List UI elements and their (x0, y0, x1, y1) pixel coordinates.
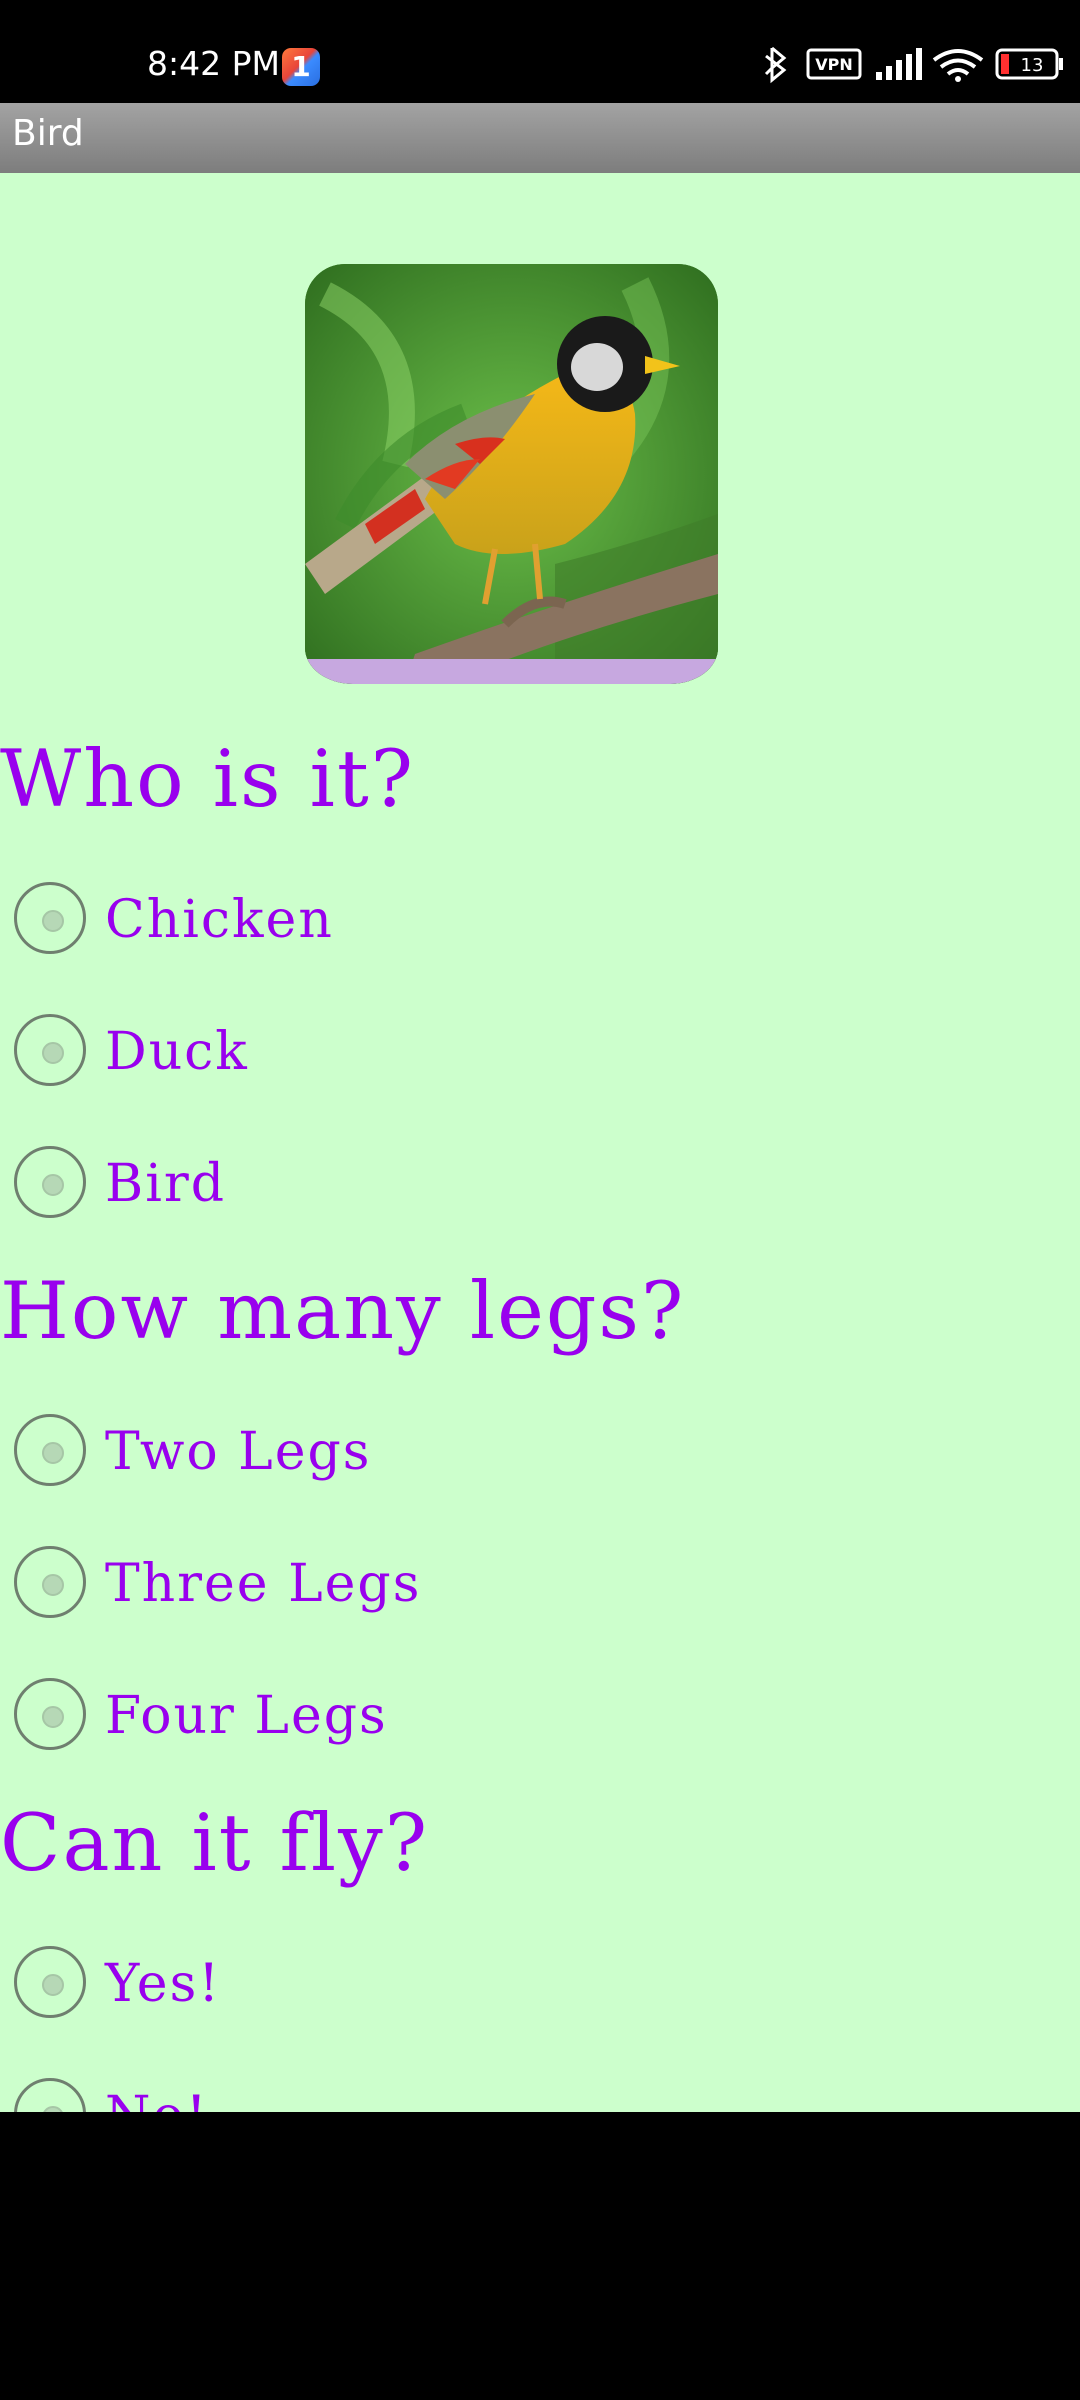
status-time: 8:42 PM (147, 44, 280, 83)
radio-button[interactable] (14, 882, 86, 954)
question-fly: Can it fly? (0, 1797, 430, 1889)
radio-dot (42, 1442, 64, 1464)
navigation-area (0, 2112, 1080, 2400)
option-label: Four Legs (105, 1686, 388, 1746)
radio-dot (42, 1042, 64, 1064)
vpn-label: VPN (815, 55, 853, 74)
option-label: Bird (105, 1154, 226, 1214)
option-three-legs[interactable]: Three Legs (14, 1546, 714, 1622)
radio-button[interactable] (14, 1678, 86, 1750)
option-label: Chicken (105, 890, 334, 950)
option-bird[interactable]: Bird (14, 1146, 714, 1222)
radio-dot (42, 1174, 64, 1196)
option-label: Duck (105, 1022, 249, 1082)
quiz-content[interactable]: Who is it? Chicken Duck Bird How many le… (0, 173, 1080, 2112)
option-label: No! (105, 2078, 209, 2112)
radio-dot (42, 1974, 64, 1996)
status-bar: 8:42 PM 1 VPN 13 (0, 0, 1080, 103)
radio-button[interactable] (14, 1146, 86, 1218)
signal-icon (876, 48, 922, 80)
title-bar: Bird (0, 103, 1080, 173)
vpn-icon: VPN (806, 48, 862, 80)
option-two-legs[interactable]: Two Legs (14, 1414, 714, 1490)
app-notification-icon: 1 (282, 48, 320, 86)
radio-button[interactable] (14, 1546, 86, 1618)
option-label: Two Legs (105, 1422, 372, 1482)
radio-dot (42, 1574, 64, 1596)
option-no[interactable]: No! (14, 2078, 714, 2112)
battery-level: 13 (1021, 55, 1044, 76)
wifi-icon (932, 49, 984, 82)
option-chicken[interactable]: Chicken (14, 882, 714, 958)
status-icons: VPN 13 (660, 44, 1080, 84)
option-duck[interactable]: Duck (14, 1014, 714, 1090)
radio-dot (42, 1706, 64, 1728)
bird-image (305, 264, 718, 684)
option-label: Yes! (105, 1954, 222, 2014)
option-yes[interactable]: Yes! (14, 1946, 714, 2022)
battery-icon: 13 (995, 48, 1063, 80)
radio-dot (42, 910, 64, 932)
question-who: Who is it? (0, 733, 416, 825)
bluetooth-icon (764, 46, 787, 84)
option-label: Three Legs (105, 1554, 422, 1614)
option-four-legs[interactable]: Four Legs (14, 1678, 714, 1754)
radio-button[interactable] (14, 1946, 86, 2018)
radio-button[interactable] (14, 2078, 86, 2112)
radio-button[interactable] (14, 1014, 86, 1086)
app-title: Bird (12, 113, 84, 154)
radio-button[interactable] (14, 1414, 86, 1486)
question-legs: How many legs? (0, 1265, 686, 1357)
